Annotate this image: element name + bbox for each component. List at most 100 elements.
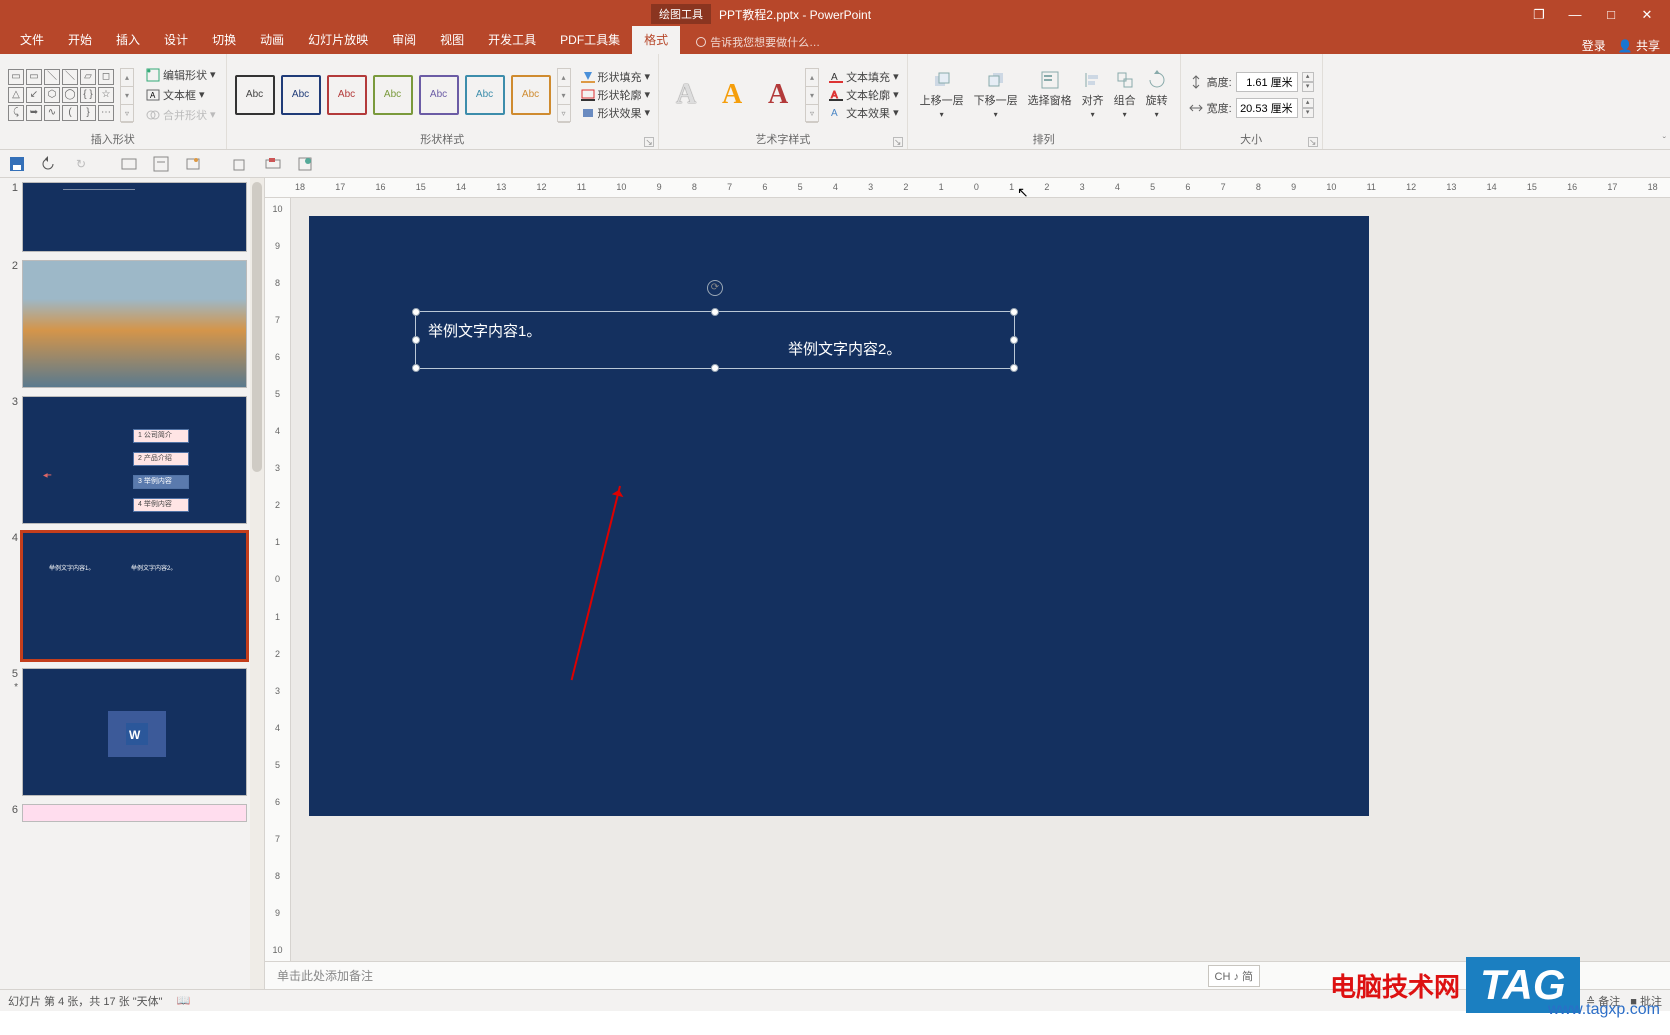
shape-outline-button[interactable]: 形状轮廓 ▾ xyxy=(581,87,651,103)
height-input[interactable] xyxy=(1236,72,1298,92)
tab-file[interactable]: 文件 xyxy=(8,26,56,54)
qat-icon[interactable] xyxy=(152,155,170,173)
slide-thumbnail[interactable] xyxy=(22,260,247,388)
spellcheck-icon[interactable]: 📖 xyxy=(177,994,191,1007)
slide-thumbnail-current[interactable]: 举例文字内容1。 举例文字内容2。 xyxy=(22,532,247,660)
shape-style-gallery[interactable]: Abc Abc Abc Abc Abc Abc Abc ▴▾▿ xyxy=(235,68,571,122)
style-gallery-more[interactable]: ▴▾▿ xyxy=(557,68,571,122)
merge-shapes-button[interactable]: 合并形状 ▾ xyxy=(144,106,218,124)
tab-design[interactable]: 设计 xyxy=(152,26,200,54)
qat-icon[interactable] xyxy=(296,155,314,173)
style-preset[interactable]: Abc xyxy=(281,75,321,115)
qat-icon[interactable] xyxy=(232,155,250,173)
tab-format[interactable]: 格式 xyxy=(632,26,680,54)
style-preset[interactable]: Abc xyxy=(235,75,275,115)
wordart-gallery[interactable]: A A A ▴▾▿ xyxy=(667,68,819,122)
send-backward-button[interactable]: 下移一层▾ xyxy=(970,68,1022,121)
selection-pane-button[interactable]: 选择窗格 xyxy=(1024,68,1076,121)
resize-handle[interactable] xyxy=(1010,308,1018,316)
shapes-gallery-more[interactable]: ▴▾▿ xyxy=(120,68,134,122)
style-preset[interactable]: Abc xyxy=(327,75,367,115)
save-icon[interactable] xyxy=(8,155,26,173)
selected-textbox[interactable]: ⟳ 举例文字内容1。 举例文字内容2。 xyxy=(415,311,1015,369)
resize-handle[interactable] xyxy=(412,308,420,316)
slide-thumbnail[interactable]: ———————————— xyxy=(22,182,247,252)
slide-thumbnail[interactable]: W xyxy=(22,668,247,796)
bring-forward-button[interactable]: 上移一层▾ xyxy=(916,68,968,121)
horizontal-ruler[interactable]: 1817161514131211109876543210123456789101… xyxy=(265,178,1670,198)
resize-handle[interactable] xyxy=(412,336,420,344)
shape-fill-button[interactable]: 形状填充 ▾ xyxy=(581,69,651,85)
rotate-button[interactable]: 旋转▾ xyxy=(1142,68,1172,121)
align-button[interactable]: 对齐▾ xyxy=(1078,68,1108,121)
tab-transition[interactable]: 切换 xyxy=(200,26,248,54)
notes-toggle[interactable]: ≙ 备注 xyxy=(1586,993,1620,1009)
wordart-gallery-more[interactable]: ▴▾▿ xyxy=(805,68,819,122)
tab-animation[interactable]: 动画 xyxy=(248,26,296,54)
tab-developer[interactable]: 开发工具 xyxy=(476,26,548,54)
group-button[interactable]: 组合▾ xyxy=(1110,68,1140,121)
group-shape-styles: Abc Abc Abc Abc Abc Abc Abc ▴▾▿ 形状填充 ▾ 形… xyxy=(227,54,660,149)
collapse-ribbon-icon[interactable]: ˇ xyxy=(1663,136,1666,147)
comments-toggle[interactable]: ■ 批注 xyxy=(1630,993,1662,1009)
tab-insert[interactable]: 插入 xyxy=(104,26,152,54)
slide-thumbnails-pane[interactable]: 1 ———————————— 2 3 1 公司简介 2 产品介绍 3 举例内容 … xyxy=(0,178,265,989)
resize-handle[interactable] xyxy=(711,308,719,316)
notes-pane[interactable]: 单击此处添加备注 CH ♪ 简 xyxy=(265,961,1670,989)
size-dialog-launcher[interactable]: ↘ xyxy=(1308,137,1318,147)
qat-icon[interactable] xyxy=(184,155,202,173)
bulb-icon xyxy=(696,37,706,47)
slide[interactable]: ⟳ 举例文字内容1。 举例文字内容2。 xyxy=(309,216,1369,816)
wordart-preset[interactable]: A xyxy=(759,73,797,117)
tab-pdf-tools[interactable]: PDF工具集 xyxy=(548,26,632,54)
share-button[interactable]: 👤 共享 xyxy=(1618,37,1660,54)
vertical-ruler[interactable]: 10987654321012345678910 xyxy=(265,198,291,961)
slide-thumbnail[interactable] xyxy=(22,804,247,822)
text-outline-button[interactable]: A文本轮廓 ▾ xyxy=(829,87,899,103)
rotate-handle[interactable]: ⟳ xyxy=(707,280,723,296)
style-preset[interactable]: Abc xyxy=(465,75,505,115)
ribbon-options-icon[interactable]: ❐ xyxy=(1522,0,1556,28)
text-effects-button[interactable]: A文本效果 ▾ xyxy=(829,105,899,121)
height-spinner[interactable]: ▴▾ xyxy=(1302,72,1314,92)
undo-icon[interactable] xyxy=(40,155,58,173)
tab-review[interactable]: 审阅 xyxy=(380,26,428,54)
wordart-preset[interactable]: A xyxy=(713,73,751,117)
shapes-gallery[interactable]: ▭▭＼＼▱◻ △↙⬡◯{ }☆ ⤹➥∿(}⋯ xyxy=(8,69,114,121)
tab-view[interactable]: 视图 xyxy=(428,26,476,54)
shape-styles-dialog-launcher[interactable]: ↘ xyxy=(644,137,654,147)
wordart-preset[interactable]: A xyxy=(667,73,705,117)
tab-slideshow[interactable]: 幻灯片放映 xyxy=(296,26,380,54)
style-preset[interactable]: Abc xyxy=(511,75,551,115)
word-icon: W xyxy=(108,711,166,757)
shape-effects-button[interactable]: 形状效果 ▾ xyxy=(581,105,651,121)
slide-counter[interactable]: 幻灯片 第 4 张，共 17 张 "天体" xyxy=(8,993,163,1009)
redo-icon[interactable]: ↻ xyxy=(72,155,90,173)
resize-handle[interactable] xyxy=(711,364,719,372)
style-preset[interactable]: Abc xyxy=(419,75,459,115)
style-preset[interactable]: Abc xyxy=(373,75,413,115)
resize-handle[interactable] xyxy=(412,364,420,372)
slide-thumbnail[interactable]: 1 公司简介 2 产品介绍 3 举例内容 4 举例内容 ◀━ xyxy=(22,396,247,524)
close-button[interactable]: ✕ xyxy=(1630,0,1664,28)
textbox-content[interactable]: 举例文字内容2。 xyxy=(788,338,901,359)
qat-icon[interactable] xyxy=(120,155,138,173)
minimize-button[interactable]: — xyxy=(1558,0,1592,28)
edit-shape-button[interactable]: 编辑形状 ▾ xyxy=(144,66,218,84)
sign-in-link[interactable]: 登录 xyxy=(1582,37,1606,54)
textbox-content[interactable]: 举例文字内容1。 xyxy=(428,320,541,341)
resize-handle[interactable] xyxy=(1010,364,1018,372)
text-box-button[interactable]: A文本框 ▾ xyxy=(144,86,218,104)
tab-home[interactable]: 开始 xyxy=(56,26,104,54)
thumbnails-scrollbar[interactable] xyxy=(250,178,264,989)
wordart-dialog-launcher[interactable]: ↘ xyxy=(893,137,903,147)
width-input[interactable] xyxy=(1236,98,1298,118)
maximize-button[interactable]: □ xyxy=(1594,0,1628,28)
resize-handle[interactable] xyxy=(1010,336,1018,344)
width-spinner[interactable]: ▴▾ xyxy=(1302,98,1314,118)
qat-icon[interactable] xyxy=(264,155,282,173)
tell-me-search[interactable]: 告诉我您想要做什么… xyxy=(692,30,824,54)
text-fill-button[interactable]: A文本填充 ▾ xyxy=(829,69,899,85)
slide-canvas-area[interactable]: ⟳ 举例文字内容1。 举例文字内容2。 xyxy=(291,198,1670,961)
ime-indicator[interactable]: CH ♪ 简 xyxy=(1208,965,1261,987)
